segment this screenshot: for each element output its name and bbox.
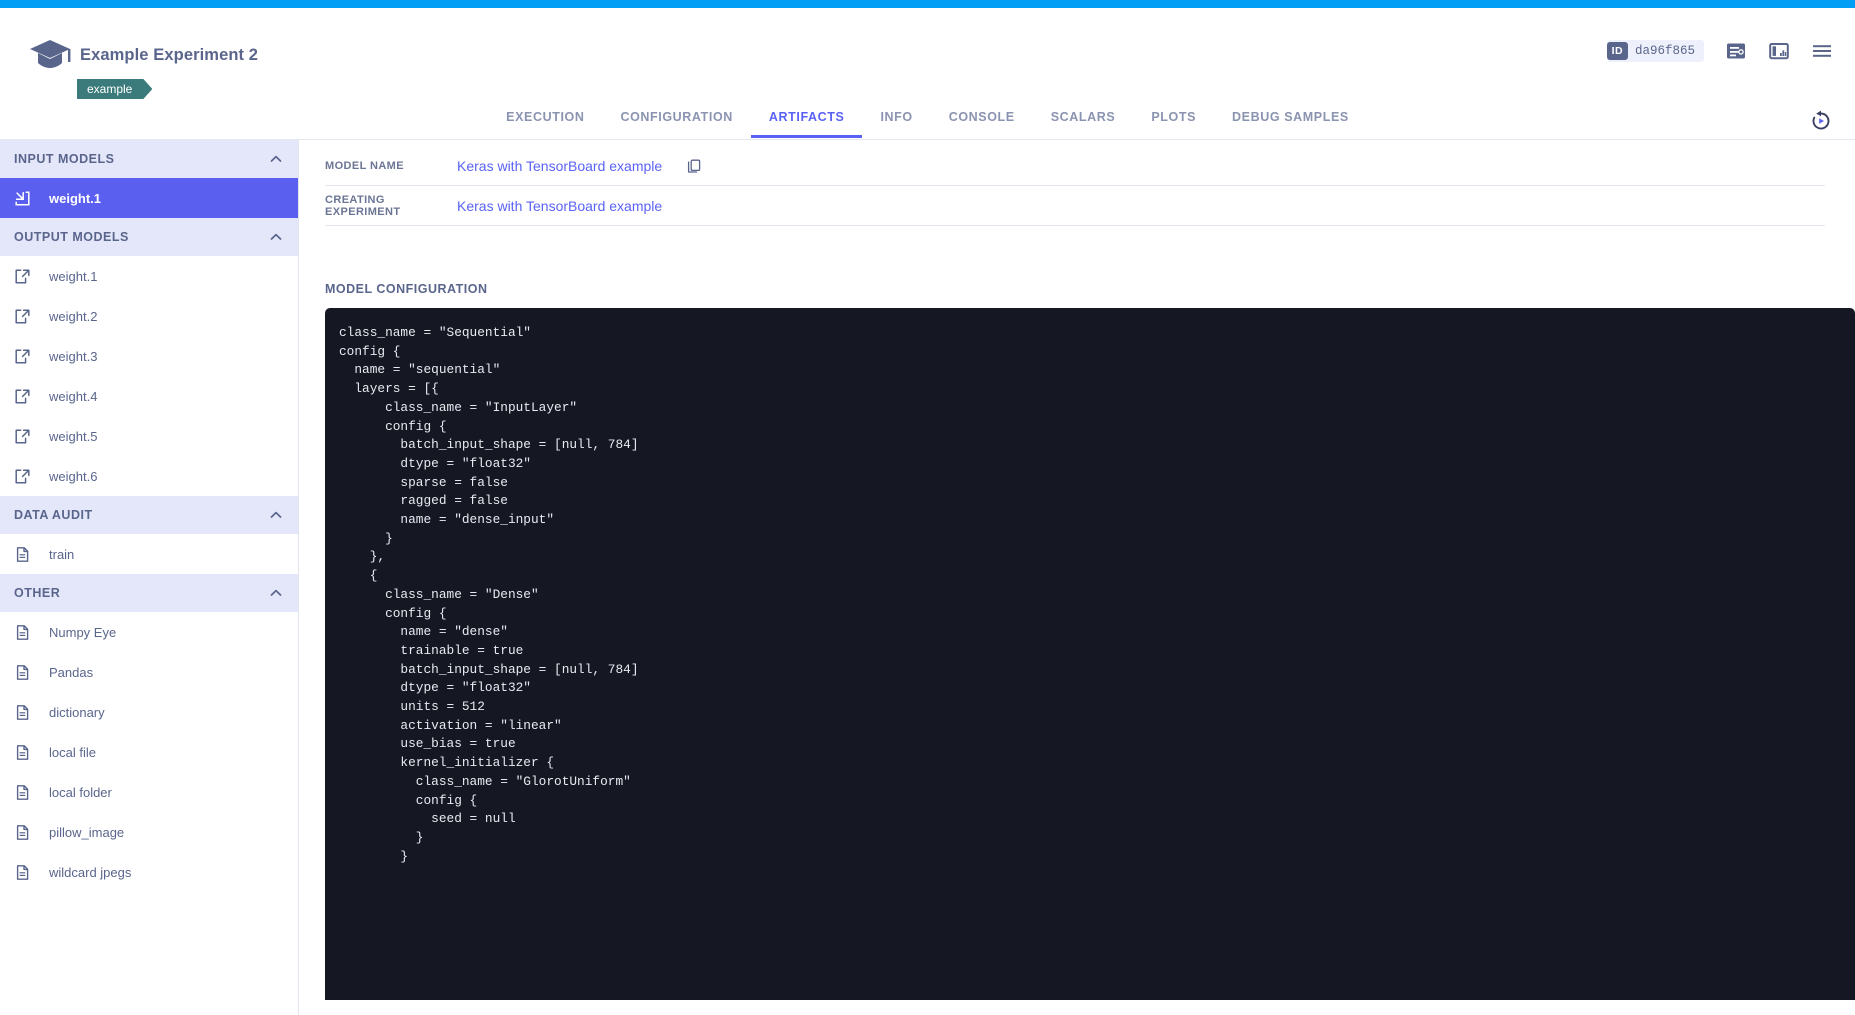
tab-scalars[interactable]: SCALARS	[1033, 104, 1134, 138]
hamburger-menu-icon[interactable]	[1811, 40, 1833, 62]
document-icon	[14, 546, 31, 563]
sidebar-item-local-folder[interactable]: local folder	[0, 772, 298, 812]
sidebar-section-output-models[interactable]: OUTPUT MODELS	[0, 218, 298, 256]
auto-refresh-icon[interactable]	[1809, 109, 1833, 133]
document-icon	[14, 624, 31, 641]
document-icon	[14, 664, 31, 681]
sidebar-item-input-weight-1[interactable]: weight.1	[0, 178, 298, 218]
import-model-icon	[14, 190, 31, 207]
document-icon	[14, 744, 31, 761]
model-configuration-code: class_name = "Sequential" config { name …	[339, 324, 1855, 866]
document-icon	[14, 824, 31, 841]
app-header: Example Experiment 2 example ID da96f865	[0, 8, 1855, 104]
sidebar-section-title: INPUT MODELS	[14, 152, 268, 166]
sidebar-item-label: weight.2	[49, 309, 97, 324]
creating-experiment-label: CREATING EXPERIMENT	[325, 194, 457, 218]
sidebar-section-data-audit[interactable]: DATA AUDIT	[0, 496, 298, 534]
experiment-id-label: ID	[1607, 42, 1628, 60]
tab-console[interactable]: CONSOLE	[931, 104, 1033, 138]
sidebar-item-label: weight.1	[49, 269, 97, 284]
sidebar-item-label: weight.6	[49, 469, 97, 484]
external-link-icon	[14, 428, 31, 445]
sidebar-section-input-models[interactable]: INPUT MODELS	[0, 140, 298, 178]
creating-experiment-row: CREATING EXPERIMENT Keras with TensorBoa…	[325, 186, 1825, 226]
tab-debug-samples[interactable]: DEBUG SAMPLES	[1214, 104, 1367, 138]
sidebar-section-title: DATA AUDIT	[14, 508, 268, 522]
sidebar-item-output-weight-4[interactable]: weight.4	[0, 376, 298, 416]
sidebar-item-output-weight-1[interactable]: weight.1	[0, 256, 298, 296]
sidebar-item-label: dictionary	[49, 705, 105, 720]
sidebar-section-other[interactable]: OTHER	[0, 574, 298, 612]
document-icon	[14, 784, 31, 801]
tab-artifacts[interactable]: ARTIFACTS	[751, 104, 863, 138]
tab-bar: EXECUTION CONFIGURATION ARTIFACTS INFO C…	[0, 104, 1855, 140]
sidebar-item-output-weight-2[interactable]: weight.2	[0, 296, 298, 336]
tab-execution[interactable]: EXECUTION	[488, 104, 602, 138]
sidebar-item-label: local file	[49, 745, 96, 760]
sidebar-item-label: pillow_image	[49, 825, 124, 840]
model-name-value[interactable]: Keras with TensorBoard example	[457, 158, 662, 174]
external-link-icon	[14, 308, 31, 325]
tab-configuration[interactable]: CONFIGURATION	[602, 104, 750, 138]
experiment-id-value: da96f865	[1635, 44, 1695, 58]
sidebar-item-wildcard-jpegs[interactable]: wildcard jpegs	[0, 852, 298, 892]
sidebar-item-train[interactable]: train	[0, 534, 298, 574]
sidebar-item-local-file[interactable]: local file	[0, 732, 298, 772]
sidebar-section-title: OTHER	[14, 586, 268, 600]
tab-info[interactable]: INFO	[862, 104, 930, 138]
chevron-up-icon	[268, 585, 284, 601]
model-configuration-title: MODEL CONFIGURATION	[325, 282, 1855, 296]
model-configuration-code-block[interactable]: class_name = "Sequential" config { name …	[325, 308, 1855, 1000]
sidebar-item-pillow-image[interactable]: pillow_image	[0, 812, 298, 852]
document-icon	[14, 704, 31, 721]
sidebar-item-numpy-eye[interactable]: Numpy Eye	[0, 612, 298, 652]
experiment-tag-label: example	[87, 82, 132, 96]
document-icon	[14, 864, 31, 881]
external-link-icon	[14, 388, 31, 405]
sidebar-item-label: Pandas	[49, 665, 93, 680]
external-link-icon	[14, 468, 31, 485]
sidebar-item-dictionary[interactable]: dictionary	[0, 692, 298, 732]
model-name-row: MODEL NAME Keras with TensorBoard exampl…	[325, 146, 1825, 186]
chevron-up-icon	[268, 229, 284, 245]
split-panel-chart-icon[interactable]	[1768, 40, 1790, 62]
chevron-up-icon	[268, 151, 284, 167]
sidebar-item-label: weight.3	[49, 349, 97, 364]
artifacts-sidebar[interactable]: INPUT MODELS weight.1 OUTPUT MODELS	[0, 140, 299, 1015]
experiment-tag[interactable]: example	[77, 79, 152, 99]
sidebar-section-title: OUTPUT MODELS	[14, 230, 268, 244]
sidebar-item-label: local folder	[49, 785, 112, 800]
sidebar-item-label: weight.1	[49, 191, 101, 206]
header-actions: ID da96f865	[1607, 40, 1833, 62]
external-link-icon	[14, 348, 31, 365]
copy-icon[interactable]	[686, 158, 702, 174]
experiment-id-badge[interactable]: ID da96f865	[1607, 40, 1704, 62]
sidebar-item-pandas[interactable]: Pandas	[0, 652, 298, 692]
sidebar-item-label: Numpy Eye	[49, 625, 116, 640]
sidebar-item-label: weight.5	[49, 429, 97, 444]
page-title: Example Experiment 2	[80, 46, 258, 65]
sidebar-item-label: wildcard jpegs	[49, 865, 131, 880]
sidebar-item-output-weight-3[interactable]: weight.3	[0, 336, 298, 376]
model-name-label: MODEL NAME	[325, 160, 457, 172]
graduation-cap-icon	[28, 36, 72, 72]
log-panel-icon[interactable]	[1725, 40, 1747, 62]
external-link-icon	[14, 268, 31, 285]
sidebar-item-label: train	[49, 547, 74, 562]
tab-plots[interactable]: PLOTS	[1133, 104, 1214, 138]
sidebar-item-output-weight-5[interactable]: weight.5	[0, 416, 298, 456]
chevron-up-icon	[268, 507, 284, 523]
sidebar-item-label: weight.4	[49, 389, 97, 404]
artifact-detail-panel: MODEL NAME Keras with TensorBoard exampl…	[300, 140, 1855, 1015]
creating-experiment-value[interactable]: Keras with TensorBoard example	[457, 198, 662, 214]
sidebar-item-output-weight-6[interactable]: weight.6	[0, 456, 298, 496]
